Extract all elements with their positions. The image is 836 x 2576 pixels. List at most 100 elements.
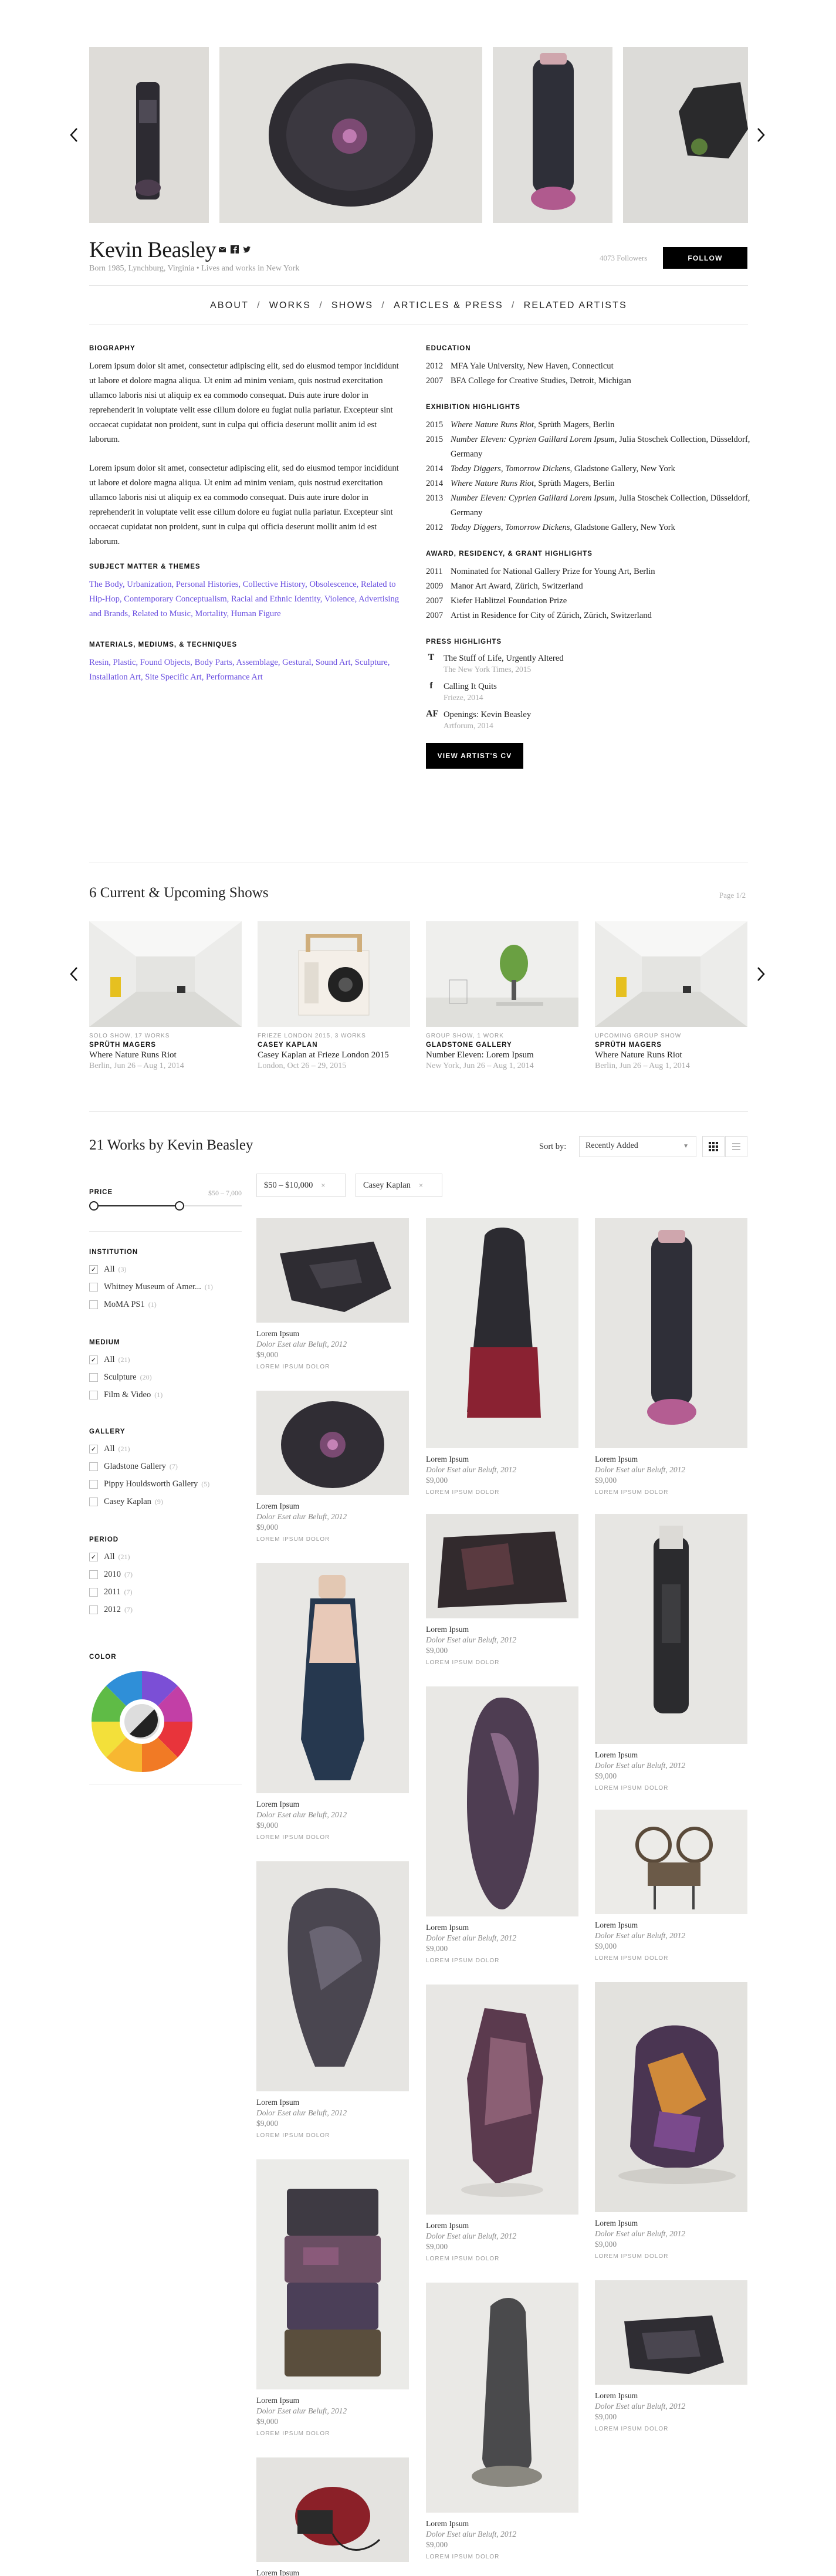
checkbox-icon[interactable] <box>89 1587 98 1597</box>
artwork-gallery[interactable]: LOREM IPSUM DOLOR <box>256 1536 409 1543</box>
show-title[interactable]: Casey Kaplan at Frieze London 2015 <box>258 1050 410 1060</box>
show-gallery[interactable]: SPRÜTH MAGERS <box>89 1042 242 1049</box>
checkbox-icon[interactable] <box>89 1570 98 1579</box>
sort-select[interactable]: Recently Added ▼ <box>579 1136 696 1157</box>
artwork-title[interactable]: Lorem Ipsum <box>426 1624 578 1635</box>
artwork-card[interactable]: Lorem IpsumDolor Eset alur Beluft, 2012$… <box>426 1985 578 2262</box>
list-view-button[interactable] <box>725 1136 747 1157</box>
filter-option[interactable]: 2010 (7) <box>89 1566 242 1583</box>
artwork-title[interactable]: Lorem Ipsum <box>595 2218 747 2229</box>
artwork-card[interactable]: Lorem IpsumDolor Eset alur Beluft, 2012$… <box>256 1218 409 1370</box>
nav-related-artists[interactable]: RELATED ARTISTS <box>524 300 627 311</box>
show-title[interactable]: Number Eleven: Lorem Ipsum <box>426 1050 578 1060</box>
nav-about[interactable]: ABOUT <box>210 300 249 311</box>
artwork-image[interactable] <box>595 1810 747 1914</box>
filter-option[interactable]: ✓ All (21) <box>89 1548 242 1566</box>
artwork-title[interactable]: Lorem Ipsum <box>426 2518 578 2529</box>
price-slider-max-handle[interactable] <box>175 1201 184 1211</box>
artwork-card[interactable]: Lorem IpsumDolor Eset alur Beluft, 2012$… <box>256 1861 409 2139</box>
grid-view-button[interactable] <box>702 1136 725 1157</box>
filter-option[interactable]: ✓ All (3) <box>89 1260 242 1278</box>
artwork-card[interactable]: Lorem IpsumDolor Eset alur Beluft, 2012$… <box>595 2280 747 2432</box>
artwork-title[interactable]: Lorem Ipsum <box>595 1750 747 1760</box>
artwork-title[interactable]: Lorem Ipsum <box>595 1454 747 1465</box>
artwork-card[interactable]: Lorem IpsumDolor Eset alur Beluft, 2012$… <box>256 1563 409 1841</box>
email-icon[interactable] <box>218 245 226 253</box>
checkbox-icon[interactable] <box>89 1390 98 1399</box>
filter-option[interactable]: ✓ All (21) <box>89 1351 242 1368</box>
hero-artwork-1[interactable] <box>89 47 209 223</box>
artwork-gallery[interactable]: LOREM IPSUM DOLOR <box>426 1958 578 1964</box>
press-item[interactable]: f Calling It Quits Frieze, 2014 <box>426 681 754 703</box>
checkbox-icon[interactable] <box>89 1462 98 1471</box>
press-item[interactable]: AF Openings: Kevin Beasley Artforum, 2014 <box>426 709 754 731</box>
twitter-icon[interactable] <box>243 245 251 253</box>
materials-links[interactable]: Resin, Plastic, Found Objects, Body Part… <box>89 655 406 685</box>
checkbox-icon[interactable] <box>89 1300 98 1309</box>
show-title[interactable]: Where Nature Runs Riot <box>595 1050 747 1060</box>
close-icon[interactable]: × <box>419 1181 423 1189</box>
hero-artwork-4[interactable] <box>623 47 748 223</box>
artwork-title[interactable]: Lorem Ipsum <box>256 2568 409 2576</box>
show-gallery[interactable]: CASEY KAPLAN <box>258 1042 410 1049</box>
hero-artwork-3[interactable] <box>493 47 612 223</box>
filter-option[interactable]: Pippy Houldsworth Gallery (5) <box>89 1475 242 1493</box>
artwork-card[interactable]: Lorem IpsumDolor Eset alur Beluft, 2012$… <box>595 1514 747 1791</box>
checkbox-icon[interactable] <box>89 1372 98 1382</box>
artwork-image[interactable] <box>256 1861 409 2091</box>
nav-articles-press[interactable]: ARTICLES & PRESS <box>394 300 503 311</box>
press-title[interactable]: The Stuff of Life, Urgently Altered <box>444 653 564 664</box>
artwork-image[interactable] <box>426 1514 578 1618</box>
checkbox-checked-icon[interactable]: ✓ <box>89 1355 98 1364</box>
nav-shows[interactable]: SHOWS <box>331 300 373 311</box>
filter-chip-gallery[interactable]: Casey Kaplan × <box>356 1174 442 1197</box>
artwork-card[interactable]: Lorem IpsumDolor Eset alur Beluft, 2012$… <box>256 1391 409 1543</box>
artwork-title[interactable]: Lorem Ipsum <box>256 2395 409 2406</box>
artwork-gallery[interactable]: LOREM IPSUM DOLOR <box>595 2426 747 2432</box>
press-item[interactable]: T The Stuff of Life, Urgently Altered The… <box>426 653 754 675</box>
artwork-title[interactable]: Lorem Ipsum <box>426 1454 578 1465</box>
filter-option[interactable]: MoMA PS1 (1) <box>89 1296 242 1313</box>
artwork-title[interactable]: Lorem Ipsum <box>256 2097 409 2108</box>
artwork-gallery[interactable]: LOREM IPSUM DOLOR <box>595 1785 747 1791</box>
press-title[interactable]: Calling It Quits <box>444 681 497 692</box>
checkbox-icon[interactable] <box>89 1282 98 1292</box>
shows-prev-arrow[interactable] <box>66 962 82 986</box>
artwork-title[interactable]: Lorem Ipsum <box>256 1328 409 1339</box>
checkbox-icon[interactable] <box>89 1605 98 1614</box>
follow-button[interactable]: FOLLOW <box>663 247 747 269</box>
show-card[interactable]: GROUP SHOW, 1 WORK GLADSTONE GALLERY Num… <box>426 921 578 1071</box>
facebook-icon[interactable] <box>231 245 239 253</box>
artwork-image[interactable] <box>256 1218 409 1323</box>
filter-option[interactable]: Casey Kaplan (9) <box>89 1493 242 1510</box>
artwork-image[interactable] <box>256 1391 409 1495</box>
filter-option[interactable]: 2012 (7) <box>89 1601 242 1618</box>
show-gallery[interactable]: GLADSTONE GALLERY <box>426 1042 578 1049</box>
show-card[interactable]: UPCOMING GROUP SHOW SPRÜTH MAGERS Where … <box>595 921 747 1071</box>
shows-next-arrow[interactable] <box>753 962 769 986</box>
show-image[interactable] <box>426 921 578 1027</box>
artwork-gallery[interactable]: LOREM IPSUM DOLOR <box>426 2554 578 2560</box>
artwork-gallery[interactable]: LOREM IPSUM DOLOR <box>256 1834 409 1841</box>
close-icon[interactable]: × <box>321 1181 325 1189</box>
artwork-image[interactable] <box>595 1982 747 2212</box>
checkbox-checked-icon[interactable]: ✓ <box>89 1552 98 1561</box>
view-cv-button[interactable]: VIEW ARTIST'S CV <box>426 743 523 769</box>
artwork-title[interactable]: Lorem Ipsum <box>256 1799 409 1810</box>
artwork-card[interactable]: Lorem IpsumDolor Eset alur Beluft, 2012$… <box>426 2283 578 2560</box>
artwork-card[interactable]: Lorem IpsumDolor Eset alur Beluft, 2012$… <box>426 1514 578 1666</box>
artwork-card[interactable]: Lorem IpsumDolor Eset alur Beluft, 2012$… <box>426 1686 578 1964</box>
artwork-image[interactable] <box>256 2159 409 2389</box>
subject-matter-links[interactable]: The Body, Urbanization, Personal Histori… <box>89 577 406 621</box>
artwork-image[interactable] <box>426 1686 578 1916</box>
press-title[interactable]: Openings: Kevin Beasley <box>444 709 531 721</box>
artwork-image[interactable] <box>595 1218 747 1448</box>
artwork-title[interactable]: Lorem Ipsum <box>256 1501 409 1512</box>
artwork-gallery[interactable]: LOREM IPSUM DOLOR <box>595 1489 747 1496</box>
artwork-card[interactable]: Lorem IpsumDolor Eset alur Beluft, 2012$… <box>256 2457 409 2576</box>
artwork-gallery[interactable]: LOREM IPSUM DOLOR <box>256 1364 409 1370</box>
artwork-image[interactable] <box>426 2283 578 2513</box>
show-card[interactable]: SOLO SHOW, 17 WORKS SPRÜTH MAGERS Where … <box>89 921 242 1071</box>
filter-option[interactable]: Gladstone Gallery (7) <box>89 1458 242 1475</box>
filter-option[interactable]: 2011 (7) <box>89 1583 242 1601</box>
